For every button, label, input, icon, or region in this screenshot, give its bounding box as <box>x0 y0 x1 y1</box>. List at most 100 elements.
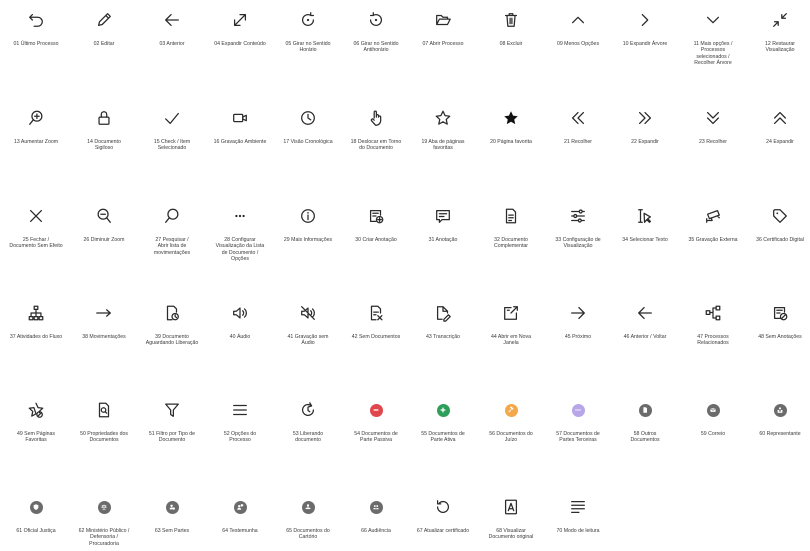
shield-circle-icon <box>26 497 46 517</box>
icon-label: 66 Audiência <box>361 528 391 534</box>
minus-circle-icon <box>366 400 386 420</box>
icon-cell-64: 64 Testemunha <box>203 497 277 534</box>
icon-cell-31: 31 Anotação <box>406 206 480 243</box>
star-outline-icon <box>433 108 453 128</box>
icon-cell-33: 33 Configuração de Visualização <box>541 206 615 250</box>
icon-cell-06: 06 Girar no Sentido Antihorário <box>339 10 413 54</box>
refresh-ccw-icon <box>433 497 453 517</box>
icon-label: 26 Diminuir Zoom <box>83 237 125 243</box>
icon-label: 07 Abrir Processo <box>422 41 464 47</box>
star-filled-icon <box>501 108 521 128</box>
arrow-left-icon <box>162 10 182 30</box>
document-icon <box>501 206 521 226</box>
reading-mode-icon <box>568 497 588 517</box>
icon-cell-21: 21 Recolher <box>541 108 615 145</box>
icon-label: 68 Visualizar Documento original <box>488 528 534 541</box>
lock-icon <box>94 108 114 128</box>
icon-label: 16 Gravação Ambiente <box>213 139 267 145</box>
people-circle-icon <box>770 400 790 420</box>
arrow-left-icon <box>635 303 655 323</box>
icon-label: 38 Movimentações <box>82 334 126 340</box>
icon-cell-03: 03 Anterior <box>135 10 209 47</box>
icon-cell-07: 07 Abrir Processo <box>406 10 480 47</box>
org-chart-icon <box>26 303 46 323</box>
icon-label: 59 Correio <box>700 431 726 437</box>
folder-open-icon <box>433 10 453 30</box>
document-circle-icon <box>635 400 655 420</box>
icon-label: 39 Documento Aguardando Liberação <box>145 334 199 347</box>
icon-cell-01: 01 Último Processo <box>0 10 73 47</box>
close-icon <box>26 206 46 226</box>
open-new-window-icon <box>501 303 521 323</box>
icon-label: 05 Girar no Sentido Horário <box>285 41 331 54</box>
icon-label: 36 Certificado Digital <box>756 237 804 243</box>
icon-label: 43 Transcrição <box>425 334 461 340</box>
icon-label: 20 Página favorita <box>490 139 532 145</box>
icon-label: 57 Documentos de Partes Terceiras <box>556 431 600 444</box>
icon-label: 58 Outros Documentos <box>630 431 660 444</box>
icon-cell-23: 23 Recolher <box>676 108 750 145</box>
hand-pointer-icon <box>366 108 386 128</box>
icon-label: 60 Representante <box>759 431 801 437</box>
icon-cell-65: 65 Documentos do Cartório <box>271 497 345 541</box>
star-off-icon <box>26 400 46 420</box>
icon-label: 27 Pesquisar / Abrir lista de movimentaç… <box>153 237 191 256</box>
icon-cell-39: 39 Documento Aguardando Liberação <box>135 303 209 347</box>
icon-cell-40: 40 Áudio <box>203 303 277 340</box>
document-clock-icon <box>162 303 182 323</box>
chevron-down-icon <box>703 10 723 30</box>
icon-cell-66: 66 Audiência <box>339 497 413 534</box>
more-horizontal-icon <box>230 206 250 226</box>
icon-cell-13: 13 Aumentar Zoom <box>0 108 73 145</box>
icon-label: 53 Liberando documento <box>292 431 324 444</box>
document-search-icon <box>94 400 114 420</box>
icon-label: 61 Oficial Justiça <box>16 528 56 534</box>
icon-cell-09: 09 Menos Opções <box>541 10 615 47</box>
icon-cell-60: 60 Representante <box>743 400 810 437</box>
icon-label: 10 Expandir Árvore <box>622 41 668 47</box>
icon-cell-42: 42 Sem Documentos <box>339 303 413 340</box>
icon-cell-46: 46 Anterior / Voltar <box>608 303 682 340</box>
icon-cell-47: 47 Processos Relacionados <box>676 303 750 347</box>
icon-label: 22 Expandir <box>631 139 659 145</box>
icon-label: 56 Documentos do Juízo <box>489 431 533 444</box>
sliders-icon <box>568 206 588 226</box>
icon-label: 47 Processos Relacionados <box>697 334 729 347</box>
clock-icon <box>298 108 318 128</box>
icon-label: 41 Gravação sem Áudio <box>287 334 329 347</box>
arrow-right-icon <box>568 303 588 323</box>
speaker-muted-icon <box>298 303 318 323</box>
icon-cell-43: 43 Transcrição <box>406 303 480 340</box>
refresh-icon <box>298 400 318 420</box>
icon-label: 25 Fechar / Documento Sem Efeito <box>9 237 63 250</box>
icon-cell-52: 52 Opções do Processo <box>203 400 277 444</box>
icon-cell-61: 61 Oficial Justiça <box>0 497 73 534</box>
icon-cell-08: 08 Excluir <box>474 10 548 47</box>
icon-label: 11 Mais opções / Processos selecionados … <box>693 41 733 67</box>
icon-cell-28: 28 Configurar Visualização da Lista de D… <box>203 206 277 263</box>
icon-label: 65 Documentos do Cartório <box>286 528 330 541</box>
icon-cell-35: 35 Gravação Externa <box>676 206 750 243</box>
icon-cell-18: 18 Deslocar em Torno do Documento <box>339 108 413 152</box>
text-select-icon <box>635 206 655 226</box>
icon-cell-68: 68 Visualizar Documento original <box>474 497 548 541</box>
person-speech-circle-icon <box>230 497 250 517</box>
icon-label: 40 Áudio <box>229 334 251 340</box>
undo-icon <box>26 10 46 30</box>
stamp-circle-icon <box>298 497 318 517</box>
icon-label: 08 Excluir <box>499 41 523 47</box>
info-icon <box>298 206 318 226</box>
icon-label: 15 Check / Item Selecionado <box>153 139 191 152</box>
icon-cell-41: 41 Gravação sem Áudio <box>271 303 345 347</box>
icon-label: 54 Documentos de Parte Passiva <box>354 431 398 444</box>
icon-cell-59: 59 Correio <box>676 400 750 437</box>
document-off-icon <box>366 303 386 323</box>
note-off-icon <box>770 303 790 323</box>
icon-label: 06 Girar no Sentido Antihorário <box>353 41 399 54</box>
collapse-diagonal-icon <box>770 10 790 30</box>
icon-cell-25: 25 Fechar / Documento Sem Efeito <box>0 206 73 250</box>
double-chevron-up-icon <box>770 108 790 128</box>
plus-circle-icon <box>433 400 453 420</box>
menu-icon <box>230 400 250 420</box>
icon-label: 46 Anterior / Voltar <box>623 334 667 340</box>
